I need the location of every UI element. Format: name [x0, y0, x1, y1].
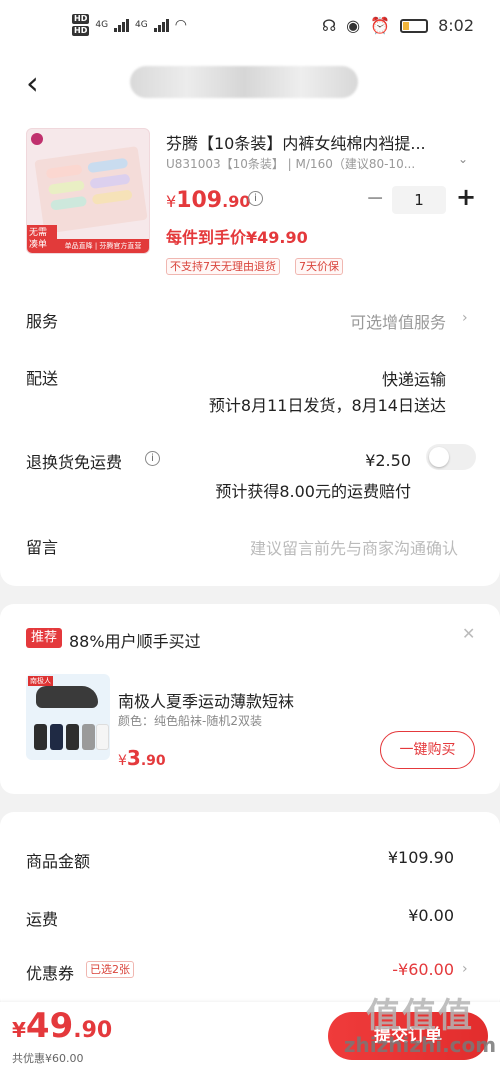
- quantity-increase-button[interactable]: +: [456, 183, 476, 211]
- unit-price: 每件到手价¥49.90: [166, 228, 308, 247]
- wifi-icon: ◠: [174, 17, 187, 33]
- return-shipping-price: ¥2.50: [365, 451, 411, 470]
- goods-amount-label: 商品金额: [26, 852, 91, 871]
- return-shipping-toggle[interactable]: [426, 444, 476, 470]
- eye-icon: ◉: [346, 16, 361, 35]
- coupon-label: 优惠券: [26, 964, 75, 983]
- shipping-fee-value: ¥0.00: [408, 906, 454, 925]
- recommend-badge: 推荐: [26, 628, 63, 648]
- quantity-value[interactable]: 1: [392, 186, 446, 214]
- thumbnail-banner: 单品直降 | 芬腾官方直营: [57, 239, 149, 253]
- product-title[interactable]: 芬腾【10条装】内裤女纯棉内裆提...: [166, 130, 456, 154]
- policy-tag: 7天价保: [295, 258, 343, 275]
- back-arrow-icon[interactable]: ‹: [26, 64, 39, 102]
- nav-header: ‹: [0, 56, 500, 108]
- alarm-icon: ⏰: [370, 16, 391, 35]
- hd-badge: HD: [72, 26, 90, 36]
- policy-tag: 不支持7天无理由退货: [166, 258, 280, 275]
- coupon-value[interactable]: -¥60.00: [392, 960, 454, 979]
- status-bar: HD HD 4G 4G ◠ ☊ ◉ ⏰ 8:02: [0, 0, 500, 56]
- signal-icon: [153, 18, 169, 32]
- close-icon[interactable]: ✕: [462, 624, 475, 643]
- product-box-image: [34, 146, 148, 234]
- system-indicators: ☊ ◉ ⏰ 8:02: [322, 16, 474, 35]
- delivery-eta: 预计8月11日发货，8月14日送达: [208, 396, 446, 415]
- goods-amount-value: ¥109.90: [387, 848, 454, 867]
- network-type: 4G: [135, 20, 148, 30]
- delivery-label: 配送: [26, 369, 59, 388]
- note-input[interactable]: 建议留言前先与商家沟通确认: [250, 535, 458, 559]
- price-decimal: .90: [140, 753, 166, 769]
- chevron-down-icon[interactable]: ⌄: [458, 152, 468, 166]
- price-integer: 109: [176, 188, 223, 213]
- quantity-decrease-button[interactable]: −: [366, 186, 384, 211]
- headset-icon: ☊: [321, 16, 337, 35]
- blurred-address[interactable]: [130, 66, 358, 98]
- delivery-method: 快递运输: [381, 370, 446, 389]
- info-icon[interactable]: i: [145, 451, 160, 466]
- shipping-fee-label: 运费: [26, 910, 59, 929]
- price-symbol: ¥: [166, 192, 177, 211]
- signal-icon: [114, 18, 130, 32]
- recommend-product-name[interactable]: 南极人夏季运动薄款短袜: [118, 688, 294, 712]
- recommend-product-spec: 颜色：纯色船袜-随机2双装: [118, 714, 262, 728]
- product-price: ¥109.90: [166, 188, 250, 213]
- sock-image: [36, 686, 98, 708]
- product-thumbnail[interactable]: 无需凑单 单品直降 | 芬腾官方直营: [26, 128, 150, 254]
- hd-badge: HD: [72, 14, 90, 24]
- total-discount: 共优惠¥60.00: [12, 1052, 84, 1065]
- recommend-product-price: ¥3.90: [118, 746, 166, 770]
- chevron-right-icon[interactable]: ›: [462, 961, 468, 977]
- price-decimal: .90: [73, 1018, 113, 1043]
- one-click-buy-button[interactable]: 一键购买: [380, 731, 475, 769]
- recommend-title: 88%用户顺手买过: [69, 632, 201, 651]
- submit-order-button[interactable]: 提交订单: [328, 1012, 488, 1060]
- price-integer: 3: [126, 746, 141, 770]
- chevron-right-icon[interactable]: ›: [462, 310, 468, 326]
- recommend-product-image[interactable]: 南极人: [26, 674, 110, 760]
- network-type: 4G: [95, 20, 109, 30]
- info-icon[interactable]: i: [248, 191, 263, 206]
- return-shipping-label: 退换货免运费: [26, 453, 123, 472]
- brand-logo-icon: [31, 133, 43, 145]
- return-shipping-note: 预计获得8.00元的运费赔付: [215, 482, 411, 501]
- service-value[interactable]: 可选增值服务: [350, 309, 446, 333]
- note-label: 留言: [26, 538, 59, 557]
- recommend-image-label: 南极人: [28, 676, 53, 686]
- toggle-knob: [429, 447, 449, 467]
- network-indicators: HD HD 4G 4G ◠: [72, 14, 187, 36]
- price-integer: 49: [25, 1006, 74, 1046]
- coupon-selected-tag: 已选2张: [86, 961, 134, 978]
- price-decimal: .90: [222, 192, 251, 211]
- total-price: ¥49.90: [12, 1006, 112, 1046]
- product-spec[interactable]: U831003【10条装】 | M/160（建议80-10...: [166, 155, 436, 172]
- battery-icon: [400, 18, 429, 33]
- price-symbol: ¥: [12, 1018, 26, 1042]
- service-label: 服务: [26, 312, 59, 331]
- price-symbol: ¥: [118, 753, 127, 769]
- thumbnail-tag: 无需凑单: [27, 225, 57, 253]
- clock: 8:02: [438, 16, 474, 35]
